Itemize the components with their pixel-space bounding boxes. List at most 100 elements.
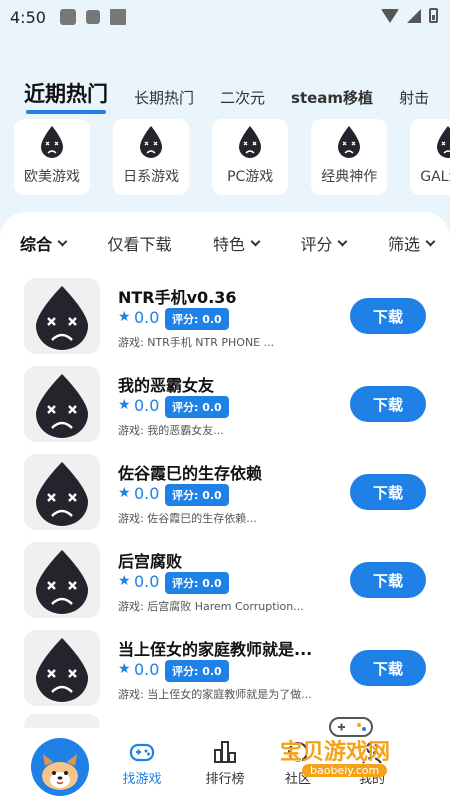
game-title[interactable]: 后宫腐败 — [118, 548, 344, 572]
category-gal[interactable]: GAL游戏 — [410, 119, 450, 195]
game-thumbnail[interactable] — [24, 542, 100, 618]
filter-feature[interactable]: 特色 — [212, 232, 261, 254]
gamepad-icon — [129, 743, 155, 762]
game-description: 游戏: 后宫腐败 Harem Corruption... — [118, 600, 304, 613]
category-pc[interactable]: PC游戏 — [212, 119, 289, 195]
bottom-nav: 找游戏 排行榜 社区 我的 — [0, 730, 450, 800]
score-badge: 评分: 0.0 — [165, 308, 229, 330]
star-icon: ★ — [118, 485, 131, 501]
signal-icon — [407, 8, 421, 23]
status-indicators — [381, 8, 438, 23]
star-icon: ★ — [118, 661, 131, 677]
drop-face-icon — [36, 638, 88, 702]
filter-download-only[interactable]: 仅看下载 — [107, 232, 171, 254]
star-icon: ★ — [118, 573, 131, 589]
category-label: 经典神作 — [321, 169, 378, 185]
category-western[interactable]: 欧美游戏 — [14, 119, 90, 195]
tab-recent-hot[interactable]: 近期热门 — [24, 78, 108, 114]
game-title[interactable]: 我的恶霸女友 — [118, 372, 344, 396]
drop-face-icon — [36, 462, 88, 526]
status-time: 4:50 — [10, 7, 46, 27]
nav-find-games[interactable]: 找游戏 — [112, 740, 172, 787]
nav-ranking[interactable]: 排行榜 — [195, 740, 255, 787]
tab-anime[interactable]: 二次元 — [220, 87, 265, 108]
star-icon: ★ — [118, 397, 131, 413]
game-thumbnail[interactable] — [24, 366, 100, 442]
game-title[interactable]: 佐谷霞巳的生存依赖 — [118, 460, 344, 484]
filter-bar: 综合 仅看下载 特色 评分 筛选 — [20, 232, 436, 254]
chevron-down-icon — [425, 236, 436, 246]
filter-label: 特色 — [212, 235, 245, 254]
list-item: NTR手机v0.36 ★ 0.0 评分: 0.0 游戏: NTR手机 NTR P… — [0, 278, 450, 366]
drop-face-icon — [36, 550, 88, 614]
game-title[interactable]: 当上侄女的家庭教师就是... — [118, 636, 344, 660]
category-japanese[interactable]: 日系游戏 — [113, 119, 190, 195]
drop-face-icon — [437, 126, 450, 158]
drop-face-icon — [41, 126, 63, 158]
drop-face-icon — [338, 126, 361, 158]
list-item: 我的恶霸女友 ★ 0.0 评分: 0.0 游戏: 我的恶霸女友... 下载 — [0, 366, 450, 454]
tab-long-term-hot[interactable]: 长期热门 — [134, 87, 194, 108]
score-badge: 评分: 0.0 — [165, 572, 229, 594]
content-panel: 综合 仅看下载 特色 评分 筛选 NTR手机v0.36 ★ 0.0 评分: 0.… — [0, 212, 450, 732]
game-description: 游戏: NTR手机 NTR PHONE ... — [118, 336, 275, 349]
filter-screen[interactable]: 筛选 — [387, 232, 436, 254]
download-button[interactable]: 下载 — [350, 562, 426, 598]
game-thumbnail[interactable] — [24, 454, 100, 530]
download-button[interactable]: 下载 — [350, 650, 426, 686]
drop-face-icon — [36, 374, 88, 438]
game-description: 游戏: 佐谷霞巳的生存依赖... — [118, 512, 257, 525]
game-title[interactable]: NTR手机v0.36 — [118, 284, 344, 308]
score-badge: 评分: 0.0 — [165, 484, 229, 506]
status-bar: 4:50 — [0, 0, 450, 34]
score-badge: 评分: 0.0 — [165, 660, 229, 682]
nav-label: 排行榜 — [205, 772, 245, 787]
game-thumbnail[interactable] — [24, 630, 100, 706]
ranking-chart-icon — [214, 741, 236, 763]
game-thumbnail[interactable] — [24, 278, 100, 354]
nav-profile[interactable]: 我的 — [342, 740, 402, 787]
dog-mascot-icon — [42, 754, 78, 790]
chevron-down-icon — [250, 236, 261, 246]
square-notification-icon — [109, 9, 126, 25]
filter-label: 筛选 — [387, 235, 420, 254]
download-button[interactable]: 下载 — [350, 386, 426, 422]
list-item: 当上侄女的家庭教师就是... ★ 0.0 评分: 0.0 游戏: 当上侄女的家庭… — [0, 630, 450, 718]
list-item: 后宫腐败 ★ 0.0 评分: 0.0 游戏: 后宫腐败 Harem Corrup… — [0, 542, 450, 630]
rating-value: 0.0 — [134, 396, 160, 415]
nav-label: 社区 — [284, 772, 311, 787]
star-icon: ★ — [118, 309, 131, 325]
profile-icon — [362, 742, 382, 764]
avatar[interactable] — [31, 738, 89, 796]
score-badge: 评分: 0.0 — [165, 396, 229, 418]
download-button[interactable]: 下载 — [350, 474, 426, 510]
nav-label: 找游戏 — [122, 772, 162, 787]
chevron-down-icon — [57, 236, 68, 246]
tab-steam-port[interactable]: steam移植 — [291, 87, 373, 108]
drop-face-icon — [140, 126, 163, 158]
rating-value: 0.0 — [134, 660, 160, 679]
top-tabs: 近期热门 长期热门 二次元 steam移植 射击 — [24, 72, 440, 114]
nav-label: 我的 — [358, 772, 385, 787]
chevron-down-icon — [338, 236, 348, 246]
app-notification-icon — [85, 10, 100, 24]
download-button[interactable]: 下载 — [350, 298, 426, 334]
filter-rating[interactable]: 评分 — [300, 232, 348, 254]
category-row: 欧美游戏 日系游戏 PC游戏 经典神作 GAL游戏 — [14, 119, 450, 195]
nav-community[interactable]: 社区 — [268, 740, 328, 787]
category-label: 日系游戏 — [123, 169, 180, 185]
tab-shooter[interactable]: 射击 — [399, 87, 429, 108]
category-label: 欧美游戏 — [24, 169, 80, 185]
community-icon — [288, 742, 308, 762]
filter-sort[interactable]: 综合 — [20, 232, 68, 254]
drop-face-icon — [239, 126, 262, 158]
category-classic[interactable]: 经典神作 — [311, 119, 388, 195]
filter-label: 评分 — [300, 235, 333, 254]
rating-value: 0.0 — [134, 308, 160, 327]
category-label: GAL游戏 — [420, 169, 450, 185]
filter-label: 综合 — [20, 235, 53, 254]
game-list: NTR手机v0.36 ★ 0.0 评分: 0.0 游戏: NTR手机 NTR P… — [0, 278, 450, 718]
partial-list-item — [24, 714, 100, 728]
drop-face-icon — [36, 286, 88, 350]
rating-value: 0.0 — [134, 484, 160, 503]
